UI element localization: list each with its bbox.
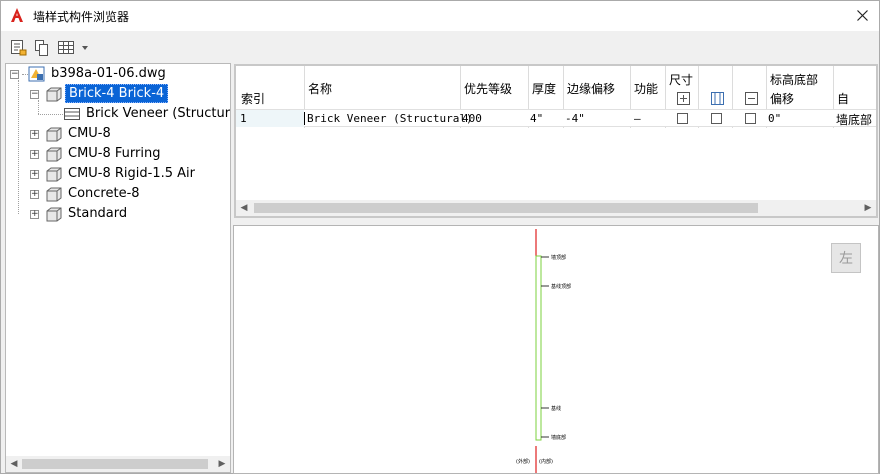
scroll-left-icon[interactable]: ◀ [236, 200, 252, 216]
col-auto-header[interactable]: 自 [837, 90, 849, 107]
dim-checkbox-2[interactable] [711, 113, 722, 124]
style-tree[interactable]: − b398a-01-06.dwg − Brick-4 Brick-4 Bric… [5, 63, 231, 473]
col-index-header[interactable]: 索引 [241, 90, 265, 107]
table-row[interactable]: 1 Brick Veneer (Structural) 400 4" -4" —… [236, 109, 876, 127]
col-thickness-header[interactable]: 厚度 [532, 80, 556, 97]
tree-item-label: CMU-8 Furring [68, 146, 161, 161]
grid-header: 索引 名称 优先等级 厚度 边缘偏移 功能 尺寸 标高底部 偏移 自 [236, 66, 876, 108]
col-dimension-header[interactable]: 尺寸 [669, 71, 693, 88]
table-view-dropdown-button[interactable] [58, 39, 90, 57]
expand-icon[interactable]: + [30, 150, 39, 159]
wall-style-icon [46, 127, 62, 142]
dimension-split-icon [711, 92, 724, 105]
toolbar [1, 32, 879, 62]
label-wall-top: 墙顶部 [551, 255, 567, 261]
label-baseline: 基线 [551, 406, 562, 412]
collapse-icon[interactable]: − [10, 70, 19, 79]
window-title: 墙样式构件浏览器 [33, 10, 130, 24]
tree-item-label: Brick-4 Brick-4 [65, 84, 169, 103]
cell-priority[interactable]: 400 [462, 112, 482, 125]
col-base-offset-header[interactable]: 偏移 [770, 90, 794, 107]
grid-hscrollbar[interactable]: ◀ ▶ [236, 200, 876, 216]
col-base-elevation-header[interactable]: 标高底部 [770, 71, 818, 88]
wall-style-icon [46, 87, 62, 102]
wall-style-browser-window: 墙样式构件浏览器 − b398a-01-06.dwg − Brick-4 Bri… [0, 0, 880, 474]
wall-style-icon [46, 187, 62, 202]
scroll-left-icon[interactable]: ◀ [6, 456, 22, 472]
scroll-right-icon[interactable]: ▶ [214, 456, 230, 472]
cell-index[interactable]: 1 [240, 112, 247, 125]
tree-item-label: Brick Veneer (Structural) [86, 106, 231, 121]
copy-icon [35, 40, 48, 56]
tree-hscrollbar[interactable]: ◀ ▶ [6, 456, 230, 472]
tree-item-label: CMU-8 [68, 126, 111, 141]
close-button[interactable] [849, 3, 875, 27]
cell-edge-offset[interactable]: -4" [565, 112, 585, 125]
wall-style-icon [46, 207, 62, 222]
col-function-header[interactable]: 功能 [634, 80, 658, 97]
expand-icon[interactable]: + [30, 130, 39, 139]
tree-root-label: b398a-01-06.dwg [51, 66, 166, 81]
expand-icon[interactable]: + [30, 210, 39, 219]
left-view-icon: 左 [839, 251, 853, 267]
cell-base-offset[interactable]: 0" [768, 112, 781, 125]
label-wall-bottom: 墙底部 [551, 435, 567, 441]
col-edge-offset-header[interactable]: 边缘偏移 [567, 80, 615, 97]
scroll-thumb[interactable] [22, 459, 208, 469]
close-icon [856, 9, 868, 21]
left-view-button[interactable]: 左 [831, 243, 861, 273]
tree-item-label: Concrete-8 [68, 186, 140, 201]
autocad-a-icon [11, 8, 23, 22]
drawing-file-icon [28, 66, 45, 82]
col-priority-header[interactable]: 优先等级 [464, 80, 512, 97]
dimension-minus-icon [745, 92, 758, 105]
copy-button[interactable] [33, 39, 51, 57]
label-interior: (内部) [539, 459, 553, 465]
dim-checkbox-3[interactable] [745, 113, 756, 124]
wall-style-icon [46, 167, 62, 182]
expand-icon[interactable]: + [30, 190, 39, 199]
tree-item-label: Standard [68, 206, 128, 221]
dim-checkbox-1[interactable] [677, 113, 688, 124]
tree-item-label: CMU-8 Rigid-1.5 Air [68, 166, 196, 181]
cell-function[interactable]: — [634, 112, 641, 125]
expand-icon[interactable]: + [30, 170, 39, 179]
title-bar: 墙样式构件浏览器 [1, 1, 879, 31]
cell-thickness[interactable]: 4" [530, 112, 543, 125]
cell-name[interactable]: Brick Veneer (Structural) [304, 112, 473, 125]
label-exterior: (外部) [516, 459, 530, 465]
table-view-dropdown-icon [58, 41, 88, 54]
dimension-center-icon [677, 92, 690, 105]
wall-style-icon [46, 147, 62, 162]
wall-preview[interactable]: 墙顶部 基线顶部 基线 墙底部 (外部) (内部) 左 [233, 225, 879, 474]
cell-base-from[interactable]: 墙底部 [836, 111, 872, 128]
properties-list-icon [11, 40, 27, 56]
properties-button[interactable] [10, 39, 28, 57]
collapse-icon[interactable]: − [30, 90, 39, 99]
wall-component-icon [64, 108, 80, 120]
col-name-header[interactable]: 名称 [308, 80, 332, 97]
label-baseline-top: 基线顶部 [551, 284, 572, 290]
scroll-right-icon[interactable]: ▶ [860, 200, 876, 216]
scroll-thumb[interactable] [254, 203, 758, 213]
component-grid[interactable]: 索引 名称 优先等级 厚度 边缘偏移 功能 尺寸 标高底部 偏移 自 1 Bri… [234, 64, 878, 218]
